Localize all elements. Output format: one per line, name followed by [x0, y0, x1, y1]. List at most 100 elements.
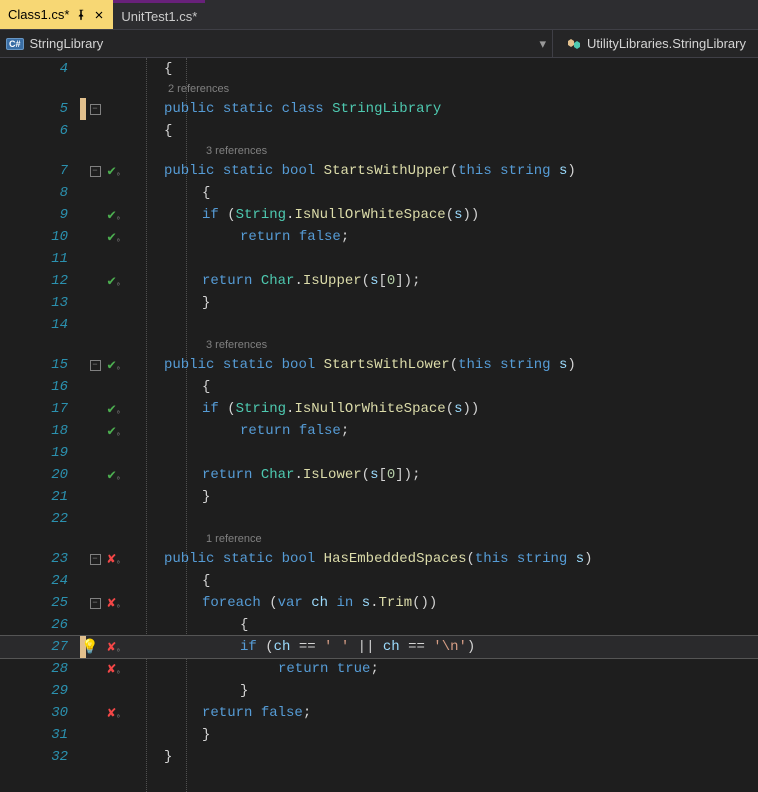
code-line[interactable]: 13 } — [0, 292, 758, 314]
code-text: } — [164, 489, 210, 505]
code-line[interactable]: 5 − public static class StringLibrary — [0, 98, 758, 120]
line-number: 24 — [0, 573, 80, 589]
test-fail-icon[interactable]: ✘₀ — [107, 595, 120, 612]
test-fail-icon[interactable]: ✘₀ — [107, 551, 120, 568]
test-pass-icon[interactable]: ✔₀ — [107, 163, 120, 180]
code-text: } — [164, 295, 210, 311]
code-text: foreach (var ch in s.Trim()) — [164, 595, 437, 611]
code-line[interactable]: 4 { — [0, 58, 758, 80]
code-line[interactable]: 17 ✔₀ if (String.IsNullOrWhiteSpace(s)) — [0, 398, 758, 420]
line-number: 21 — [0, 489, 80, 505]
test-pass-icon[interactable]: ✔₀ — [107, 273, 120, 290]
line-number: 12 — [0, 273, 80, 289]
code-line[interactable]: 16 { — [0, 376, 758, 398]
code-line[interactable]: 21 } — [0, 486, 758, 508]
test-pass-icon[interactable]: ✔₀ — [107, 357, 120, 374]
code-line[interactable]: 7 − ✔₀ public static bool StartsWithUppe… — [0, 160, 758, 182]
line-number: 30 — [0, 705, 80, 721]
pin-icon[interactable] — [75, 9, 87, 21]
tab-label: UnitTest1.cs* — [121, 9, 197, 24]
fold-toggle[interactable]: − — [90, 554, 101, 565]
nav-type-dropdown[interactable]: UtilityLibraries.StringLibrary — [552, 30, 758, 57]
codelens[interactable]: 1 reference — [0, 530, 758, 548]
code-line[interactable]: 23 − ✘₀ public static bool HasEmbeddedSp… — [0, 548, 758, 570]
code-text: } — [164, 683, 248, 699]
code-editor[interactable]: 4 { 2 references 5 − public static class… — [0, 58, 758, 792]
line-number: 6 — [0, 123, 80, 139]
csharp-icon: C# — [6, 38, 24, 50]
code-text: return Char.IsUpper(s[0]); — [164, 273, 421, 289]
codelens[interactable]: 3 references — [0, 142, 758, 160]
code-text: { — [164, 185, 210, 201]
test-pass-icon[interactable]: ✔₀ — [107, 207, 120, 224]
code-line[interactable]: 31 } — [0, 724, 758, 746]
code-line[interactable]: 14 — [0, 314, 758, 336]
code-line[interactable]: 12 ✔₀ return Char.IsUpper(s[0]); — [0, 270, 758, 292]
code-line[interactable]: 6 { — [0, 120, 758, 142]
code-line[interactable]: 24 { — [0, 570, 758, 592]
lightbulb-icon[interactable]: 💡 — [82, 639, 98, 656]
line-number: 11 — [0, 251, 80, 267]
code-line[interactable]: 15 − ✔₀ public static bool StartsWithLow… — [0, 354, 758, 376]
fold-toggle[interactable]: − — [90, 360, 101, 371]
code-text: if (String.IsNullOrWhiteSpace(s)) — [164, 207, 479, 223]
codelens[interactable]: 2 references — [0, 80, 758, 98]
code-line-current[interactable]: 27 💡 ✘₀ if (ch == ' ' || ch == '\n') — [0, 636, 758, 658]
code-line[interactable]: 20 ✔₀ return Char.IsLower(s[0]); — [0, 464, 758, 486]
nav-type-label: UtilityLibraries.StringLibrary — [587, 36, 746, 51]
code-text: { — [164, 573, 210, 589]
codelens-text: 1 reference — [164, 533, 262, 545]
test-pass-icon[interactable]: ✔₀ — [107, 467, 120, 484]
line-number: 13 — [0, 295, 80, 311]
line-number: 9 — [0, 207, 80, 223]
code-line[interactable]: 29 } — [0, 680, 758, 702]
fold-toggle[interactable]: − — [90, 104, 101, 115]
code-line[interactable]: 9 ✔₀ if (String.IsNullOrWhiteSpace(s)) — [0, 204, 758, 226]
code-text: if (ch == ' ' || ch == '\n') — [164, 639, 475, 655]
class-icon — [565, 36, 581, 52]
code-line[interactable]: 11 — [0, 248, 758, 270]
line-number: 5 — [0, 101, 80, 117]
line-number: 20 — [0, 467, 80, 483]
line-number: 23 — [0, 551, 80, 567]
nav-scope-dropdown[interactable]: C# StringLibrary ▾ — [0, 36, 552, 52]
code-line[interactable]: 28 ✘₀ return true; — [0, 658, 758, 680]
code-text: { — [164, 61, 172, 77]
close-icon[interactable] — [93, 9, 105, 21]
code-line[interactable]: 32 } — [0, 746, 758, 768]
code-text: public static bool StartsWithUpper(this … — [164, 163, 576, 179]
codelens[interactable]: 3 references — [0, 336, 758, 354]
line-number: 19 — [0, 445, 80, 461]
code-line[interactable]: 8 { — [0, 182, 758, 204]
nav-scope-label: StringLibrary — [30, 36, 104, 51]
fold-toggle[interactable]: − — [90, 166, 101, 177]
code-line[interactable]: 30 ✘₀ return false; — [0, 702, 758, 724]
tab-label: Class1.cs* — [8, 7, 69, 22]
test-fail-icon[interactable]: ✘₀ — [107, 639, 120, 656]
chevron-down-icon: ▾ — [540, 36, 547, 52]
code-line[interactable]: 10 ✔₀ return false; — [0, 226, 758, 248]
code-text: if (String.IsNullOrWhiteSpace(s)) — [164, 401, 479, 417]
line-number: 15 — [0, 357, 80, 373]
test-fail-icon[interactable]: ✘₀ — [107, 661, 120, 678]
tab-class1[interactable]: Class1.cs* — [0, 0, 113, 29]
code-line[interactable]: 25 − ✘₀ foreach (var ch in s.Trim()) — [0, 592, 758, 614]
code-line[interactable]: 19 — [0, 442, 758, 464]
tab-bar: Class1.cs* UnitTest1.cs* — [0, 0, 758, 30]
test-pass-icon[interactable]: ✔₀ — [107, 401, 120, 418]
line-number: 7 — [0, 163, 80, 179]
code-text: { — [164, 123, 172, 139]
code-line[interactable]: 18 ✔₀ return false; — [0, 420, 758, 442]
line-number: 29 — [0, 683, 80, 699]
code-line[interactable]: 22 — [0, 508, 758, 530]
code-text: public static bool HasEmbeddedSpaces(thi… — [164, 551, 593, 567]
tab-unittest1[interactable]: UnitTest1.cs* — [113, 0, 205, 29]
test-fail-icon[interactable]: ✘₀ — [107, 705, 120, 722]
code-line[interactable]: 26 { — [0, 614, 758, 636]
line-number: 17 — [0, 401, 80, 417]
code-text: return false; — [164, 705, 311, 721]
test-pass-icon[interactable]: ✔₀ — [107, 229, 120, 246]
fold-toggle[interactable]: − — [90, 598, 101, 609]
test-pass-icon[interactable]: ✔₀ — [107, 423, 120, 440]
line-number: 26 — [0, 617, 80, 633]
